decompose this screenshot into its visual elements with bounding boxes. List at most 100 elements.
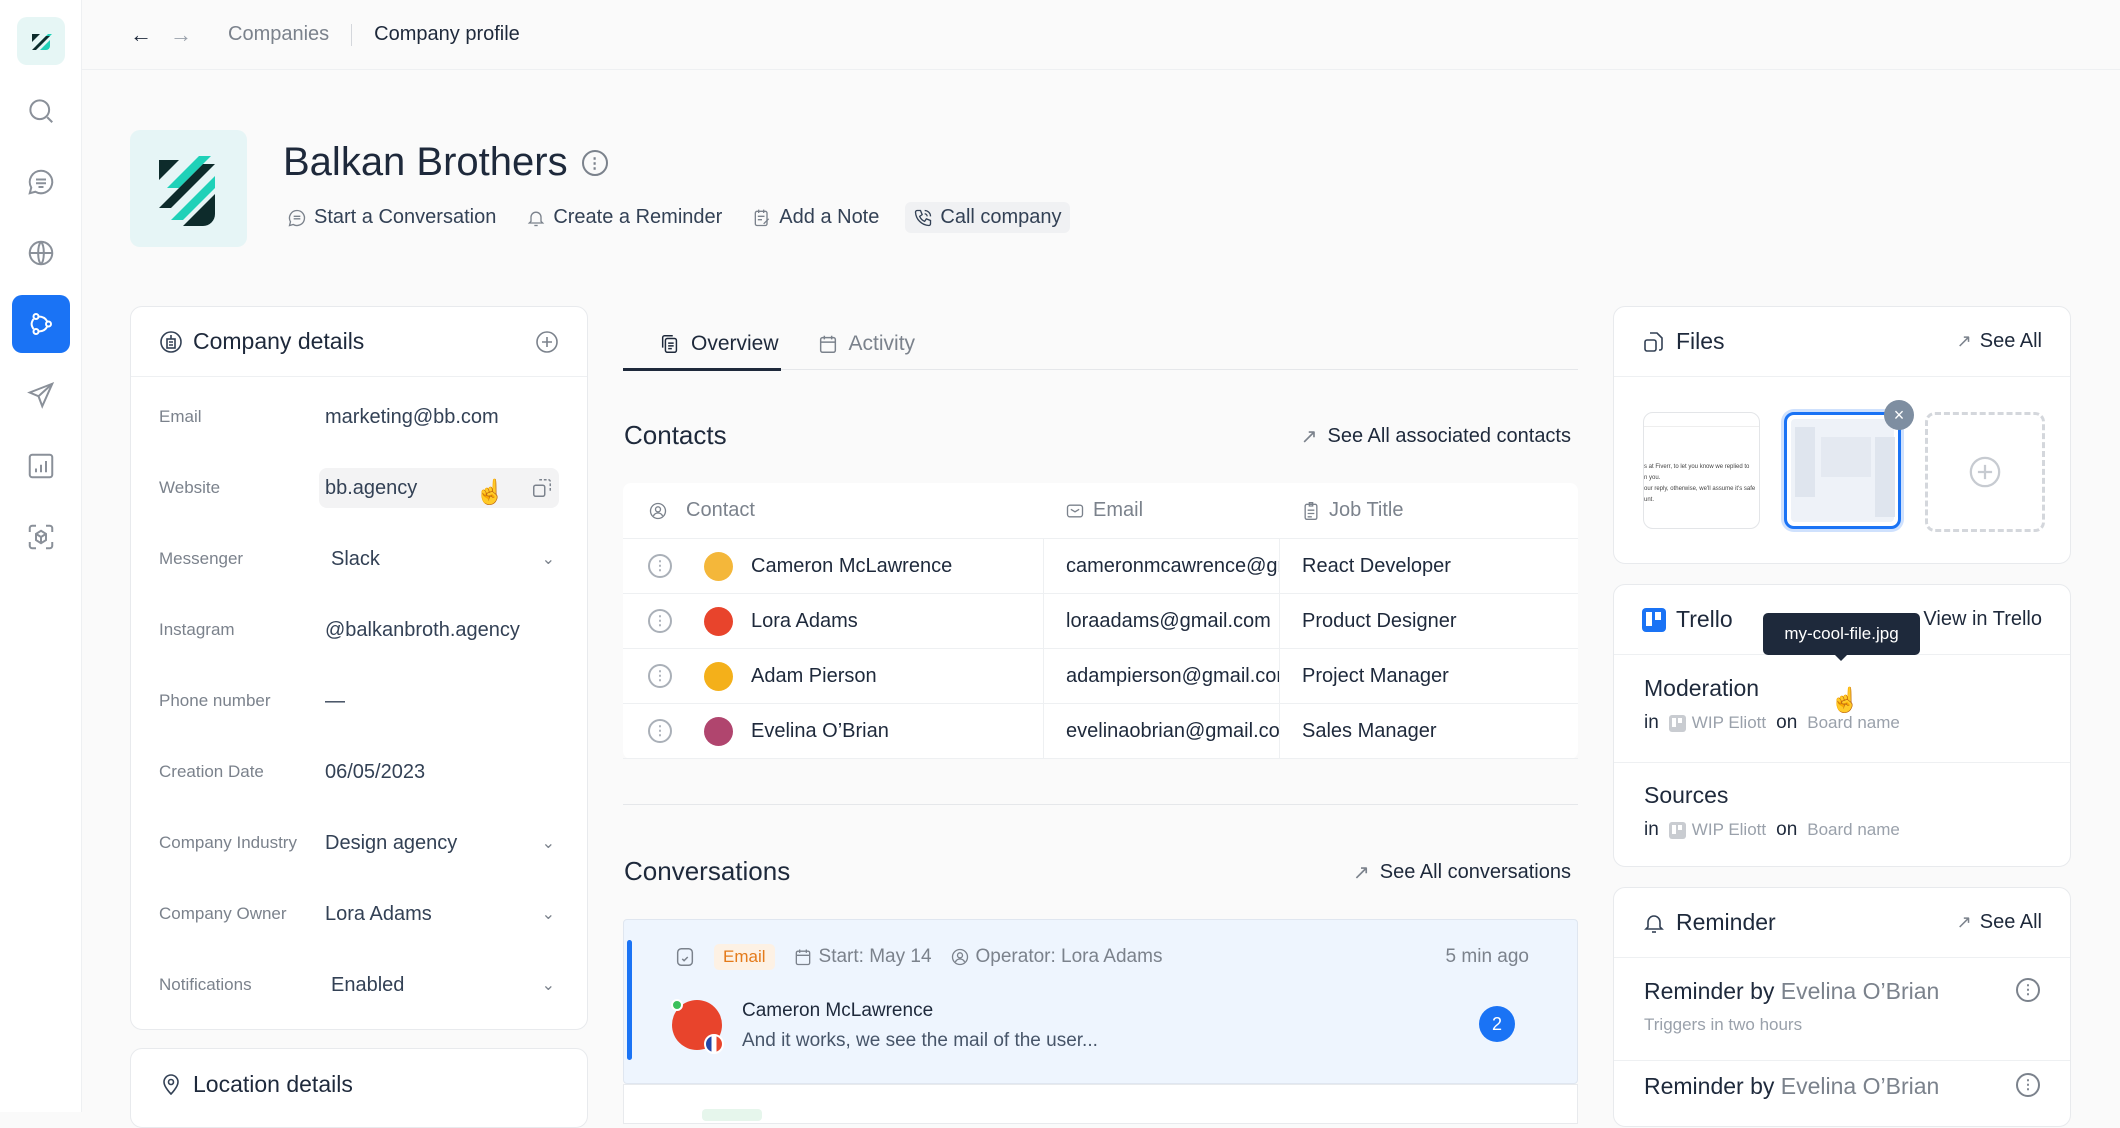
more-options-icon[interactable]: ⋮ bbox=[2016, 1073, 2040, 1097]
remove-file-icon[interactable]: × bbox=[1884, 400, 1914, 430]
field-label: Creation Date bbox=[159, 762, 264, 781]
column-header[interactable]: Email bbox=[1093, 499, 1143, 522]
add-field-icon[interactable] bbox=[535, 330, 559, 354]
tab-activity[interactable]: Activity bbox=[817, 322, 916, 370]
creation-date-value: 06/05/2023 bbox=[325, 760, 426, 783]
row-menu-icon[interactable]: ⋮ bbox=[648, 664, 672, 688]
reminder-item[interactable]: Reminder by Evelina O’Brian Triggers in … bbox=[1644, 978, 2040, 1035]
email-value[interactable]: marketing@bb.com bbox=[325, 397, 559, 437]
reminder-item[interactable]: Reminder by Evelina O’Brian ⋮ bbox=[1644, 1073, 2040, 1100]
row-menu-icon[interactable]: ⋮ bbox=[648, 609, 672, 633]
sidebar bbox=[0, 0, 82, 1112]
messenger-select[interactable]: Slack bbox=[331, 548, 380, 571]
view-in-trello-link[interactable]: View in Trello bbox=[1923, 608, 2042, 631]
contact-name[interactable]: Lora Adams bbox=[751, 610, 858, 633]
trello-item[interactable]: Sources in WIP Eliott on Board name bbox=[1644, 782, 2040, 841]
contact-email[interactable]: cameronmcawrence@gmail.com bbox=[1066, 555, 1279, 578]
call-company-button[interactable]: Call company bbox=[905, 202, 1070, 233]
mail-icon bbox=[1066, 504, 1084, 517]
contact-email[interactable]: evelinaobrian@gmail.com bbox=[1066, 720, 1279, 743]
chevron-down-icon[interactable]: ⌄ bbox=[542, 549, 555, 569]
brand-logo-icon[interactable] bbox=[17, 17, 65, 65]
field-messenger[interactable]: Messenger Slack ⌄ bbox=[159, 539, 559, 579]
create-reminder-button[interactable]: Create a Reminder bbox=[522, 202, 726, 233]
globe-icon[interactable] bbox=[12, 224, 70, 282]
back-button[interactable]: ← bbox=[130, 22, 152, 48]
search-icon[interactable] bbox=[12, 82, 70, 140]
user-circle-icon bbox=[951, 948, 968, 966]
bell-icon bbox=[528, 211, 545, 226]
tab-label: Activity bbox=[848, 332, 916, 355]
location-details-card: Location details bbox=[130, 1048, 588, 1128]
calendar-icon bbox=[819, 335, 836, 353]
trello-list-icon bbox=[1668, 714, 1686, 732]
bell-icon bbox=[1644, 914, 1664, 933]
contact-email[interactable]: adampierson@gmail.com bbox=[1066, 665, 1279, 688]
contact-job: Project Manager bbox=[1302, 664, 1449, 687]
file-thumbnail[interactable]: s at Fiverr, to let you know we replied … bbox=[1643, 412, 1760, 529]
contacts-table: Contact Email Job Title ⋮ Cameron McLawre… bbox=[623, 483, 1578, 759]
field-owner[interactable]: Company Owner Lora Adams ⌄ bbox=[159, 894, 559, 934]
trello-in: in bbox=[1644, 712, 1659, 733]
contact-name[interactable]: Adam Pierson bbox=[751, 665, 877, 688]
see-all-files-link[interactable]: ↗ See All bbox=[1957, 330, 2042, 353]
instagram-value[interactable]: @balkanbroth.agency bbox=[325, 610, 559, 650]
contact-name[interactable]: Evelina O’Brian bbox=[751, 720, 889, 743]
contact-email[interactable]: loraadams@gmail.com bbox=[1066, 610, 1271, 633]
table-row[interactable]: ⋮ Lora Adams loraadams@gmail.com Product De… bbox=[623, 594, 1578, 649]
breadcrumb-companies[interactable]: Companies bbox=[228, 23, 329, 46]
see-all-contacts-link[interactable]: ↗ See All associated contacts bbox=[1301, 424, 1571, 449]
conversations-title: Conversations bbox=[624, 856, 791, 886]
conversation-time: 5 min ago bbox=[1445, 946, 1529, 967]
row-menu-icon[interactable]: ⋮ bbox=[648, 554, 672, 578]
reminder-card: Reminder ↗ See All Reminder by Evelina O… bbox=[1613, 887, 2071, 1127]
see-all-conversations-link[interactable]: ↗ See All conversations bbox=[1353, 860, 1571, 885]
chevron-down-icon[interactable]: ⌄ bbox=[542, 833, 555, 853]
phone-value[interactable]: — bbox=[325, 681, 559, 721]
conversation-item[interactable] bbox=[623, 1084, 1578, 1124]
column-header[interactable]: Contact bbox=[686, 499, 755, 522]
forward-button[interactable]: → bbox=[170, 22, 192, 48]
section-divider bbox=[623, 804, 1578, 805]
chat-icon bbox=[288, 209, 306, 226]
send-icon[interactable] bbox=[12, 366, 70, 424]
chevron-down-icon[interactable]: ⌄ bbox=[542, 975, 555, 995]
table-row[interactable]: ⋮ Adam Pierson adampierson@gmail.com Projec… bbox=[623, 649, 1578, 704]
conversation-contact: Cameron McLawrence bbox=[742, 1000, 934, 1021]
company-title: Balkan Brothers bbox=[283, 140, 568, 184]
companies-icon[interactable] bbox=[12, 295, 70, 353]
chevron-down-icon[interactable]: ⌄ bbox=[542, 904, 555, 924]
reports-icon[interactable] bbox=[12, 437, 70, 495]
owner-select[interactable]: Lora Adams bbox=[325, 903, 432, 926]
field-notifications[interactable]: Notifications Enabled ⌄ bbox=[159, 965, 559, 1005]
add-file-button[interactable] bbox=[1925, 412, 2045, 532]
action-label: Start a Conversation bbox=[314, 206, 497, 228]
file-thumbnail-selected[interactable] bbox=[1784, 412, 1901, 529]
website-value[interactable]: bb.agency bbox=[319, 468, 559, 508]
table-row[interactable]: ⋮ Cameron McLawrence cameronmcawrence@gmai… bbox=[623, 539, 1578, 594]
contact-name[interactable]: Cameron McLawrence bbox=[751, 555, 952, 578]
integrations-icon[interactable] bbox=[12, 508, 70, 566]
column-header[interactable]: Job Title bbox=[1329, 499, 1403, 522]
website-link[interactable]: bb.agency bbox=[325, 477, 417, 500]
conversation-item[interactable]: Email Start: May 14 Operator: Lora Adams… bbox=[623, 919, 1578, 1084]
field-industry[interactable]: Company Industry Design agency ⌄ bbox=[159, 823, 559, 863]
chat-icon[interactable] bbox=[12, 153, 70, 211]
table-row[interactable]: ⋮ Evelina O’Brian evelinaobrian@gmail.com S… bbox=[623, 704, 1578, 759]
row-menu-icon[interactable]: ⋮ bbox=[648, 719, 672, 743]
industry-select[interactable]: Design agency bbox=[325, 832, 457, 855]
notifications-select[interactable]: Enabled bbox=[331, 974, 404, 997]
add-note-button[interactable]: Add a Note bbox=[748, 202, 883, 233]
more-info-icon[interactable]: ⋮ bbox=[581, 149, 608, 176]
start-conversation-button[interactable]: Start a Conversation bbox=[283, 202, 500, 233]
copy-icon[interactable] bbox=[531, 477, 553, 499]
see-all-reminders-link[interactable]: ↗ See All bbox=[1957, 911, 2042, 934]
overview-icon bbox=[661, 335, 678, 353]
action-label: Add a Note bbox=[779, 206, 880, 228]
tab-overview[interactable]: Overview bbox=[623, 322, 781, 371]
card-title: Trello bbox=[1676, 606, 1733, 632]
channel-icon bbox=[676, 948, 694, 966]
arrow-up-right-icon: ↗ bbox=[1956, 912, 1972, 932]
topbar: ← → Companies Company profile bbox=[82, 0, 2120, 70]
more-options-icon[interactable]: ⋮ bbox=[2016, 978, 2040, 1002]
